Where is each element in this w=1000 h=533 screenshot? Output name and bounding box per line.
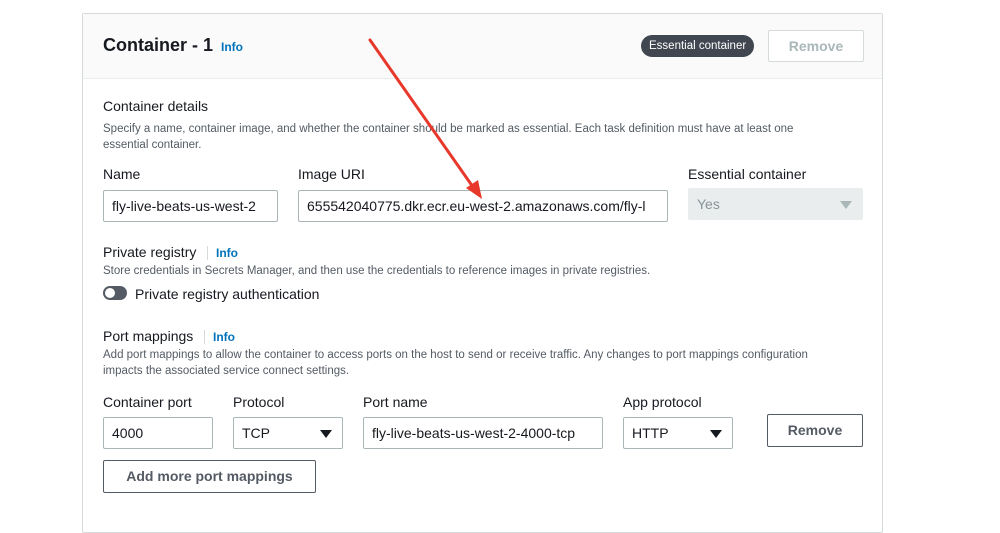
container-header: Container - 1 Info Essential container R…: [83, 14, 882, 79]
remove-container-button[interactable]: Remove: [768, 30, 864, 62]
container-details-description-line1: Specify a name, container image, and whe…: [103, 123, 794, 135]
container-info-link[interactable]: Info: [221, 40, 243, 54]
port-mappings-description-line2: impacts the associated service connect s…: [103, 365, 350, 377]
image-uri-label: Image URI: [298, 166, 365, 182]
chevron-down-icon: [840, 201, 852, 209]
divider: [207, 246, 208, 260]
remove-port-mapping-button[interactable]: Remove: [767, 414, 863, 447]
port-name-label: Port name: [363, 394, 428, 410]
container-panel: Container - 1 Info Essential container R…: [82, 13, 883, 533]
container-port-label: Container port: [103, 394, 192, 410]
private-registry-description: Store credentials in Secrets Manager, an…: [103, 265, 651, 277]
app-protocol-value: HTTP: [632, 425, 669, 441]
port-mappings-heading: Port mappings: [103, 328, 194, 344]
protocol-select[interactable]: TCP: [233, 417, 343, 449]
protocol-label: Protocol: [233, 394, 285, 410]
essential-container-value: Yes: [697, 196, 720, 212]
container-port-input[interactable]: 4000: [103, 417, 213, 449]
essential-container-select[interactable]: Yes: [688, 188, 863, 220]
container-title: Container - 1: [103, 35, 214, 55]
port-mappings-info-link[interactable]: Info: [213, 330, 235, 344]
chevron-down-icon: [320, 430, 332, 438]
name-input[interactable]: fly-live-beats-us-west-2: [103, 190, 278, 222]
add-more-port-mappings-button[interactable]: Add more port mappings: [103, 460, 316, 493]
chevron-down-icon: [710, 430, 722, 438]
private-registry-toggle[interactable]: [103, 286, 127, 300]
name-label: Name: [103, 166, 141, 182]
port-name-input[interactable]: fly-live-beats-us-west-2-4000-tcp: [363, 417, 603, 449]
port-mappings-description-line1: Add port mappings to allow the container…: [103, 349, 808, 361]
toggle-knob: [105, 288, 115, 298]
private-registry-toggle-label: Private registry authentication: [135, 286, 320, 302]
app-protocol-label: App protocol: [623, 394, 702, 410]
container-details-heading: Container details: [103, 98, 209, 114]
essential-container-badge: Essential container: [641, 35, 755, 57]
port-mappings-description: Add port mappings to allow the container…: [103, 347, 873, 379]
app-protocol-select[interactable]: HTTP: [623, 417, 733, 449]
container-details-description-line2: essential container.: [103, 139, 202, 151]
container-details-description: Specify a name, container image, and whe…: [103, 121, 873, 153]
private-registry-heading: Private registry: [103, 244, 197, 260]
essential-container-label: Essential container: [688, 166, 807, 182]
protocol-value: TCP: [242, 425, 270, 441]
private-registry-info-link[interactable]: Info: [216, 246, 238, 260]
image-uri-input[interactable]: 655542040775.dkr.ecr.eu-west-2.amazonaws…: [298, 190, 668, 222]
divider: [204, 330, 205, 344]
